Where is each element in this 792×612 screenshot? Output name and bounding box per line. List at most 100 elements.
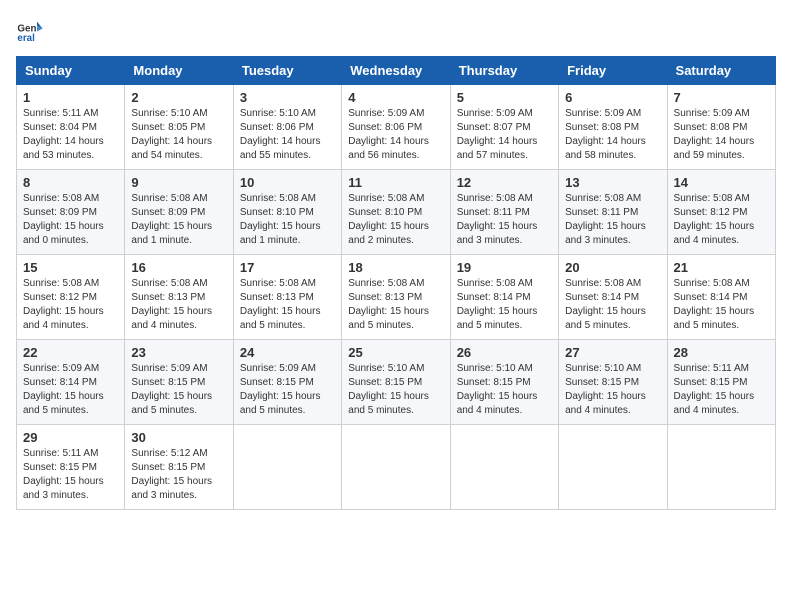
week-row-4: 22 Sunrise: 5:09 AMSunset: 8:14 PMDaylig… — [17, 340, 776, 425]
day-content: Sunrise: 5:08 AMSunset: 8:14 PMDaylight:… — [457, 277, 552, 333]
day-content: Sunrise: 5:08 AMSunset: 8:10 PMDaylight:… — [348, 192, 443, 248]
day-number: 29 — [23, 430, 118, 445]
day-number: 19 — [457, 260, 552, 275]
day-content: Sunrise: 5:10 AMSunset: 8:05 PMDaylight:… — [131, 107, 226, 163]
calendar-cell: 28 Sunrise: 5:11 AMSunset: 8:15 PMDaylig… — [667, 340, 775, 425]
day-number: 26 — [457, 345, 552, 360]
day-number: 27 — [565, 345, 660, 360]
weekday-sunday: Sunday — [17, 57, 125, 85]
day-content: Sunrise: 5:09 AMSunset: 8:08 PMDaylight:… — [674, 107, 769, 163]
day-number: 30 — [131, 430, 226, 445]
calendar-cell: 19 Sunrise: 5:08 AMSunset: 8:14 PMDaylig… — [450, 255, 558, 340]
day-number: 4 — [348, 90, 443, 105]
day-number: 10 — [240, 175, 335, 190]
day-number: 15 — [23, 260, 118, 275]
day-number: 21 — [674, 260, 769, 275]
calendar-cell: 10 Sunrise: 5:08 AMSunset: 8:10 PMDaylig… — [233, 170, 341, 255]
calendar-cell: 3 Sunrise: 5:10 AMSunset: 8:06 PMDayligh… — [233, 85, 341, 170]
calendar-cell: 22 Sunrise: 5:09 AMSunset: 8:14 PMDaylig… — [17, 340, 125, 425]
calendar-cell: 7 Sunrise: 5:09 AMSunset: 8:08 PMDayligh… — [667, 85, 775, 170]
calendar-cell: 15 Sunrise: 5:08 AMSunset: 8:12 PMDaylig… — [17, 255, 125, 340]
svg-text:eral: eral — [17, 33, 35, 44]
calendar-cell — [233, 425, 341, 510]
page-header: Gen eral — [16, 16, 776, 44]
day-number: 18 — [348, 260, 443, 275]
weekday-thursday: Thursday — [450, 57, 558, 85]
day-number: 7 — [674, 90, 769, 105]
day-number: 25 — [348, 345, 443, 360]
calendar-cell — [450, 425, 558, 510]
calendar-cell: 9 Sunrise: 5:08 AMSunset: 8:09 PMDayligh… — [125, 170, 233, 255]
logo: Gen eral — [16, 16, 48, 44]
day-content: Sunrise: 5:09 AMSunset: 8:15 PMDaylight:… — [131, 362, 226, 418]
day-number: 23 — [131, 345, 226, 360]
day-number: 17 — [240, 260, 335, 275]
day-number: 22 — [23, 345, 118, 360]
day-number: 5 — [457, 90, 552, 105]
day-content: Sunrise: 5:11 AMSunset: 8:15 PMDaylight:… — [23, 447, 118, 503]
day-content: Sunrise: 5:09 AMSunset: 8:15 PMDaylight:… — [240, 362, 335, 418]
day-number: 9 — [131, 175, 226, 190]
day-content: Sunrise: 5:08 AMSunset: 8:11 PMDaylight:… — [565, 192, 660, 248]
calendar-cell: 18 Sunrise: 5:08 AMSunset: 8:13 PMDaylig… — [342, 255, 450, 340]
calendar-cell: 24 Sunrise: 5:09 AMSunset: 8:15 PMDaylig… — [233, 340, 341, 425]
calendar-cell: 11 Sunrise: 5:08 AMSunset: 8:10 PMDaylig… — [342, 170, 450, 255]
calendar-cell: 8 Sunrise: 5:08 AMSunset: 8:09 PMDayligh… — [17, 170, 125, 255]
weekday-header-row: SundayMondayTuesdayWednesdayThursdayFrid… — [17, 57, 776, 85]
day-number: 8 — [23, 175, 118, 190]
week-row-5: 29 Sunrise: 5:11 AMSunset: 8:15 PMDaylig… — [17, 425, 776, 510]
day-number: 6 — [565, 90, 660, 105]
day-content: Sunrise: 5:09 AMSunset: 8:07 PMDaylight:… — [457, 107, 552, 163]
calendar-cell: 29 Sunrise: 5:11 AMSunset: 8:15 PMDaylig… — [17, 425, 125, 510]
day-number: 11 — [348, 175, 443, 190]
day-content: Sunrise: 5:08 AMSunset: 8:13 PMDaylight:… — [240, 277, 335, 333]
day-content: Sunrise: 5:09 AMSunset: 8:08 PMDaylight:… — [565, 107, 660, 163]
day-number: 20 — [565, 260, 660, 275]
day-content: Sunrise: 5:08 AMSunset: 8:14 PMDaylight:… — [565, 277, 660, 333]
calendar-cell: 14 Sunrise: 5:08 AMSunset: 8:12 PMDaylig… — [667, 170, 775, 255]
day-content: Sunrise: 5:08 AMSunset: 8:09 PMDaylight:… — [23, 192, 118, 248]
day-content: Sunrise: 5:08 AMSunset: 8:09 PMDaylight:… — [131, 192, 226, 248]
calendar-table: SundayMondayTuesdayWednesdayThursdayFrid… — [16, 56, 776, 510]
calendar-cell: 4 Sunrise: 5:09 AMSunset: 8:06 PMDayligh… — [342, 85, 450, 170]
logo-icon: Gen eral — [16, 16, 44, 44]
calendar-cell — [667, 425, 775, 510]
day-content: Sunrise: 5:08 AMSunset: 8:14 PMDaylight:… — [674, 277, 769, 333]
weekday-tuesday: Tuesday — [233, 57, 341, 85]
calendar-cell: 1 Sunrise: 5:11 AMSunset: 8:04 PMDayligh… — [17, 85, 125, 170]
calendar-cell: 26 Sunrise: 5:10 AMSunset: 8:15 PMDaylig… — [450, 340, 558, 425]
weekday-wednesday: Wednesday — [342, 57, 450, 85]
calendar-cell: 25 Sunrise: 5:10 AMSunset: 8:15 PMDaylig… — [342, 340, 450, 425]
calendar-cell: 17 Sunrise: 5:08 AMSunset: 8:13 PMDaylig… — [233, 255, 341, 340]
calendar-cell: 27 Sunrise: 5:10 AMSunset: 8:15 PMDaylig… — [559, 340, 667, 425]
week-row-1: 1 Sunrise: 5:11 AMSunset: 8:04 PMDayligh… — [17, 85, 776, 170]
day-number: 12 — [457, 175, 552, 190]
day-content: Sunrise: 5:10 AMSunset: 8:15 PMDaylight:… — [457, 362, 552, 418]
calendar-cell: 2 Sunrise: 5:10 AMSunset: 8:05 PMDayligh… — [125, 85, 233, 170]
day-number: 13 — [565, 175, 660, 190]
calendar-cell: 13 Sunrise: 5:08 AMSunset: 8:11 PMDaylig… — [559, 170, 667, 255]
day-content: Sunrise: 5:09 AMSunset: 8:06 PMDaylight:… — [348, 107, 443, 163]
day-number: 14 — [674, 175, 769, 190]
calendar-cell — [342, 425, 450, 510]
weekday-monday: Monday — [125, 57, 233, 85]
calendar-cell: 30 Sunrise: 5:12 AMSunset: 8:15 PMDaylig… — [125, 425, 233, 510]
day-content: Sunrise: 5:08 AMSunset: 8:13 PMDaylight:… — [131, 277, 226, 333]
calendar-cell — [559, 425, 667, 510]
day-number: 1 — [23, 90, 118, 105]
calendar-cell: 12 Sunrise: 5:08 AMSunset: 8:11 PMDaylig… — [450, 170, 558, 255]
day-content: Sunrise: 5:08 AMSunset: 8:10 PMDaylight:… — [240, 192, 335, 248]
weekday-saturday: Saturday — [667, 57, 775, 85]
calendar-cell: 6 Sunrise: 5:09 AMSunset: 8:08 PMDayligh… — [559, 85, 667, 170]
day-content: Sunrise: 5:11 AMSunset: 8:15 PMDaylight:… — [674, 362, 769, 418]
week-row-2: 8 Sunrise: 5:08 AMSunset: 8:09 PMDayligh… — [17, 170, 776, 255]
week-row-3: 15 Sunrise: 5:08 AMSunset: 8:12 PMDaylig… — [17, 255, 776, 340]
day-number: 3 — [240, 90, 335, 105]
day-content: Sunrise: 5:08 AMSunset: 8:12 PMDaylight:… — [674, 192, 769, 248]
day-content: Sunrise: 5:10 AMSunset: 8:06 PMDaylight:… — [240, 107, 335, 163]
calendar-cell: 21 Sunrise: 5:08 AMSunset: 8:14 PMDaylig… — [667, 255, 775, 340]
calendar-cell: 16 Sunrise: 5:08 AMSunset: 8:13 PMDaylig… — [125, 255, 233, 340]
day-number: 2 — [131, 90, 226, 105]
day-content: Sunrise: 5:08 AMSunset: 8:11 PMDaylight:… — [457, 192, 552, 248]
calendar-cell: 23 Sunrise: 5:09 AMSunset: 8:15 PMDaylig… — [125, 340, 233, 425]
